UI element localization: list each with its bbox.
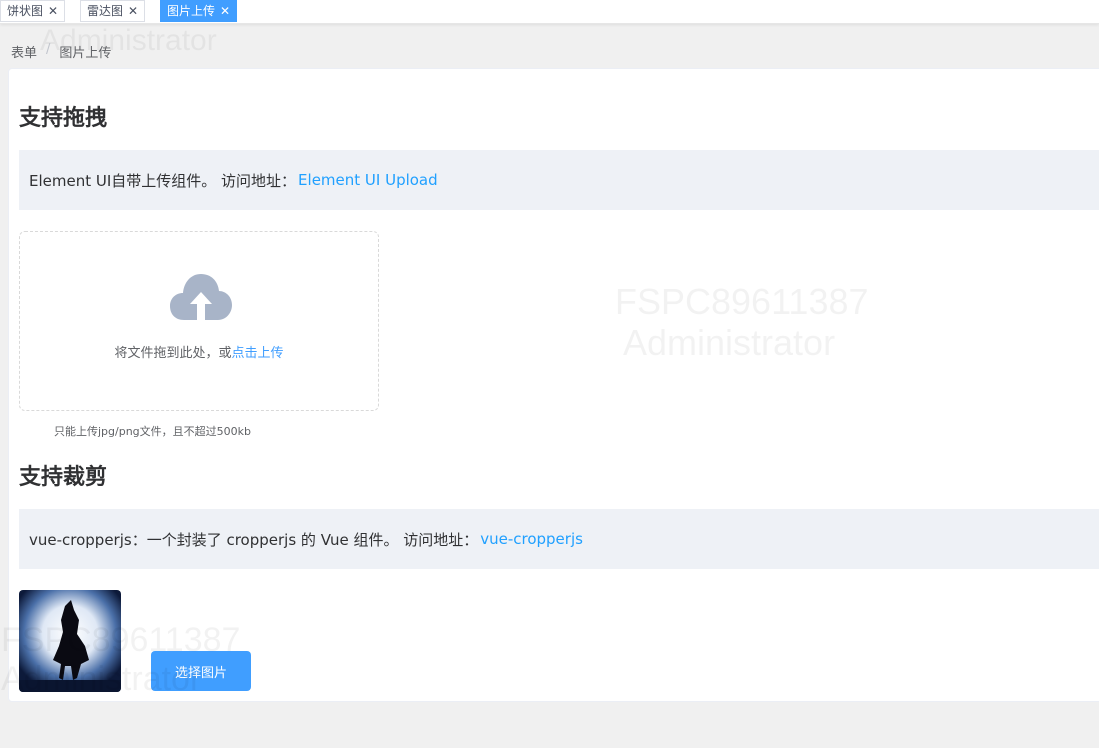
close-icon[interactable]: ✕ [48,5,58,17]
element-ui-upload-link[interactable]: Element UI Upload [298,171,438,189]
info-box-element-upload: Element UI自带上传组件。 访问地址： Element UI Uploa… [19,150,1099,210]
watermark: FSPC89611387 Administrator [615,281,869,364]
upload-dropzone[interactable]: 将文件拖到此处，或点击上传 [19,231,379,411]
tab-label: 图片上传 [167,4,216,18]
close-icon[interactable]: ✕ [128,5,138,17]
tab-pie-chart[interactable]: 饼状图 ✕ [0,0,66,22]
close-icon[interactable]: ✕ [220,5,230,17]
tags-bar: 饼状图 ✕ 雷达图 ✕ 图片上传 ✕ [0,0,1099,24]
info-text: Element UI自带上传组件。 访问地址： [29,171,297,190]
breadcrumb-item-image-upload: 图片上传 [59,46,112,61]
vue-cropperjs-link[interactable]: vue-cropperjs [480,530,583,548]
tab-image-upload[interactable]: 图片上传 ✕ [160,0,238,22]
breadcrumb: 表单 / 图片上传 [11,42,111,61]
tab-radar-chart[interactable]: 雷达图 ✕ [80,0,146,22]
cloud-upload-icon [170,274,232,320]
section-title-drag: 支持拖拽 [19,106,108,131]
upload-hint: 只能上传jpg/png文件，且不超过500kb [54,425,252,438]
info-text: vue-cropperjs：一个封装了 cropperjs 的 Vue 组件。 … [29,530,479,549]
content-card: 支持拖拽 Element UI自带上传组件。 访问地址： Element UI … [1,68,1099,702]
cropped-avatar-image [19,590,121,692]
info-box-cropperjs: vue-cropperjs：一个封装了 cropperjs 的 Vue 组件。 … [19,509,1099,569]
click-upload-link[interactable]: 点击上传 [232,346,284,361]
tab-label: 饼状图 [7,4,44,18]
dropzone-text: 将文件拖到此处，或点击上传 [114,346,284,361]
breadcrumb-item-form[interactable]: 表单 [11,42,37,61]
select-image-button[interactable]: 选择图片 [151,651,251,691]
tab-label: 雷达图 [87,4,124,18]
section-title-crop: 支持裁剪 [19,465,108,490]
breadcrumb-separator: / [46,42,51,57]
